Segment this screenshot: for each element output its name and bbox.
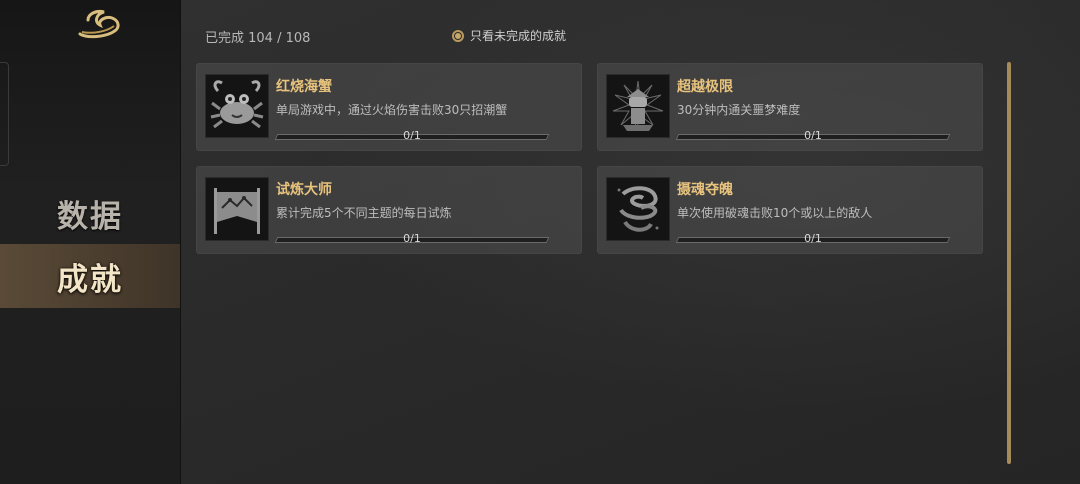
achievement-description: 单次使用破魂击败10个或以上的敌人 <box>677 206 873 220</box>
nav-item-achievements-label: 成就 <box>57 261 123 298</box>
achievement-title: 红烧海蟹 <box>276 79 332 95</box>
achievement-description: 单局游戏中，通过火焰伤害击败30只招潮蟹 <box>276 103 508 117</box>
incomplete-only-filter[interactable]: 只看未完成的成就 <box>452 27 566 44</box>
achievement-title: 试炼大师 <box>276 182 332 198</box>
incomplete-only-filter-label: 只看未完成的成就 <box>470 29 567 43</box>
crab-icon <box>205 74 269 138</box>
radio-checked-icon[interactable] <box>452 29 464 42</box>
sidebar: 数据 成就 <box>0 0 181 484</box>
achievement-card[interactable]: 超越极限 30分钟内通关噩梦难度 0/1 <box>597 63 983 151</box>
achievement-title: 超越极限 <box>677 79 733 95</box>
achievement-progress-text: 0/1 <box>403 129 421 142</box>
achievement-title: 摄魂夺魄 <box>677 182 733 198</box>
achievement-progress-text: 0/1 <box>403 232 421 245</box>
achievement-progress-text: 0/1 <box>804 232 822 245</box>
banner-flag-icon <box>205 177 269 241</box>
nav-item-data-label: 数据 <box>57 198 123 235</box>
soul-vortex-icon <box>606 177 670 241</box>
cloud-swirl-logo-icon <box>76 8 122 40</box>
achievement-card[interactable]: 试炼大师 累计完成5个不同主题的每日试炼 0/1 <box>196 166 582 254</box>
sidebar-edge-tab[interactable] <box>0 62 9 166</box>
achievement-description: 30分钟内通关噩梦难度 <box>677 103 801 117</box>
achievements-panel: 已完成 104 / 108 只看未完成的成就 红烧海蟹 单局游戏中，通过火焰伤害… <box>181 0 1080 484</box>
nav-item-data[interactable]: 数据 <box>0 181 180 245</box>
achievement-description: 累计完成5个不同主题的每日试炼 <box>276 206 452 220</box>
warrior-burst-icon <box>606 74 670 138</box>
achievement-progress-text: 0/1 <box>804 129 822 142</box>
nav-item-achievements[interactable]: 成就 <box>0 244 180 308</box>
scrollbar[interactable] <box>1007 62 1011 464</box>
achievement-card[interactable]: 摄魂夺魄 单次使用破魂击败10个或以上的敌人 0/1 <box>597 166 983 254</box>
completed-count: 已完成 104 / 108 <box>205 31 311 46</box>
achievement-card[interactable]: 红烧海蟹 单局游戏中，通过火焰伤害击败30只招潮蟹 0/1 <box>196 63 582 151</box>
